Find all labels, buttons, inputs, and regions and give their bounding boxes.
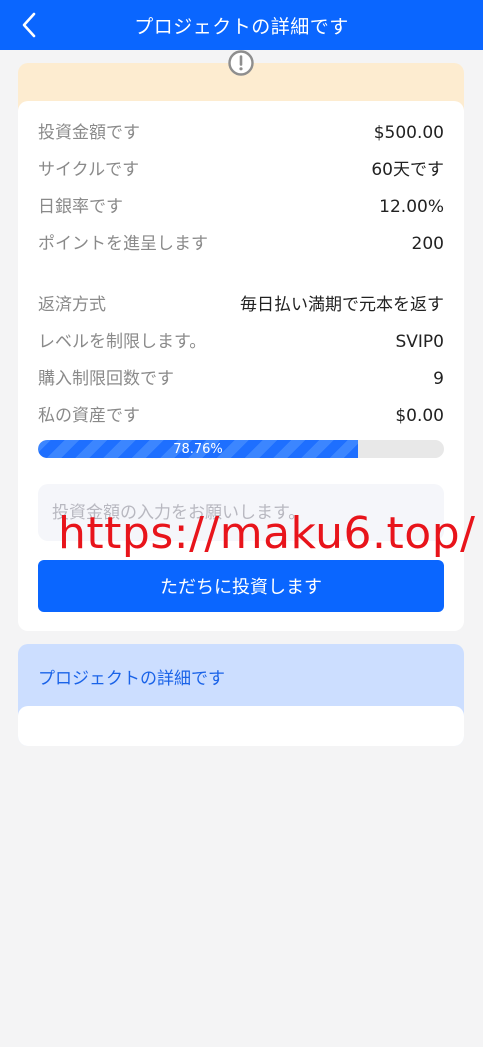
detail-value: 60天です (371, 160, 444, 180)
progress-label: 78.76% (173, 441, 223, 457)
chevron-left-icon (22, 12, 36, 38)
detail-label: 返済方式 (38, 295, 106, 315)
project-detail-section: プロジェクトの詳細です (18, 644, 464, 746)
watermark-url: https://maku6.top/ (58, 508, 476, 559)
detail-value: SVIP0 (395, 332, 444, 352)
detail-label: 私の資産です (38, 406, 140, 426)
detail-value: 毎日払い満期で元本を返す (240, 295, 444, 315)
detail-section-body (18, 706, 464, 746)
detail-value: 9 (433, 369, 444, 389)
detail-label: サイクルです (38, 160, 140, 180)
page-title: プロジェクトの詳細です (134, 15, 349, 38)
detail-row-limit: 購入制限回数です 9 (38, 367, 444, 391)
back-button[interactable] (14, 9, 44, 41)
detail-value: 12.00% (379, 197, 444, 217)
detail-row-cycle: サイクルです 60天です (38, 158, 444, 182)
detail-row-assets: 私の資産です $0.00 (38, 404, 444, 428)
detail-label: 投資金額です (38, 123, 140, 143)
detail-row-rate: 日銀率です 12.00% (38, 195, 444, 219)
invest-now-button[interactable]: ただちに投資します (38, 560, 444, 612)
detail-row-repayment: 返済方式 毎日払い満期で元本を返す (38, 293, 444, 317)
detail-value: 200 (411, 234, 444, 254)
detail-value: $0.00 (395, 406, 444, 426)
detail-value: $500.00 (373, 123, 444, 143)
detail-section-title: プロジェクトの詳細です (38, 669, 225, 689)
progress-bar: 78.76% (38, 440, 444, 458)
detail-row-amount: 投資金額です $500.00 (38, 121, 444, 145)
detail-label: レベルを制限します。 (38, 332, 207, 352)
detail-row-level: レベルを制限します。 SVIP0 (38, 330, 444, 354)
detail-row-points: ポイントを進呈します 200 (38, 232, 444, 256)
detail-label: ポイントを進呈します (38, 234, 208, 254)
detail-label: 購入制限回数です (38, 369, 174, 389)
detail-label: 日銀率です (38, 197, 123, 217)
info-icon (227, 49, 255, 77)
app-header: プロジェクトの詳細です (0, 0, 483, 50)
